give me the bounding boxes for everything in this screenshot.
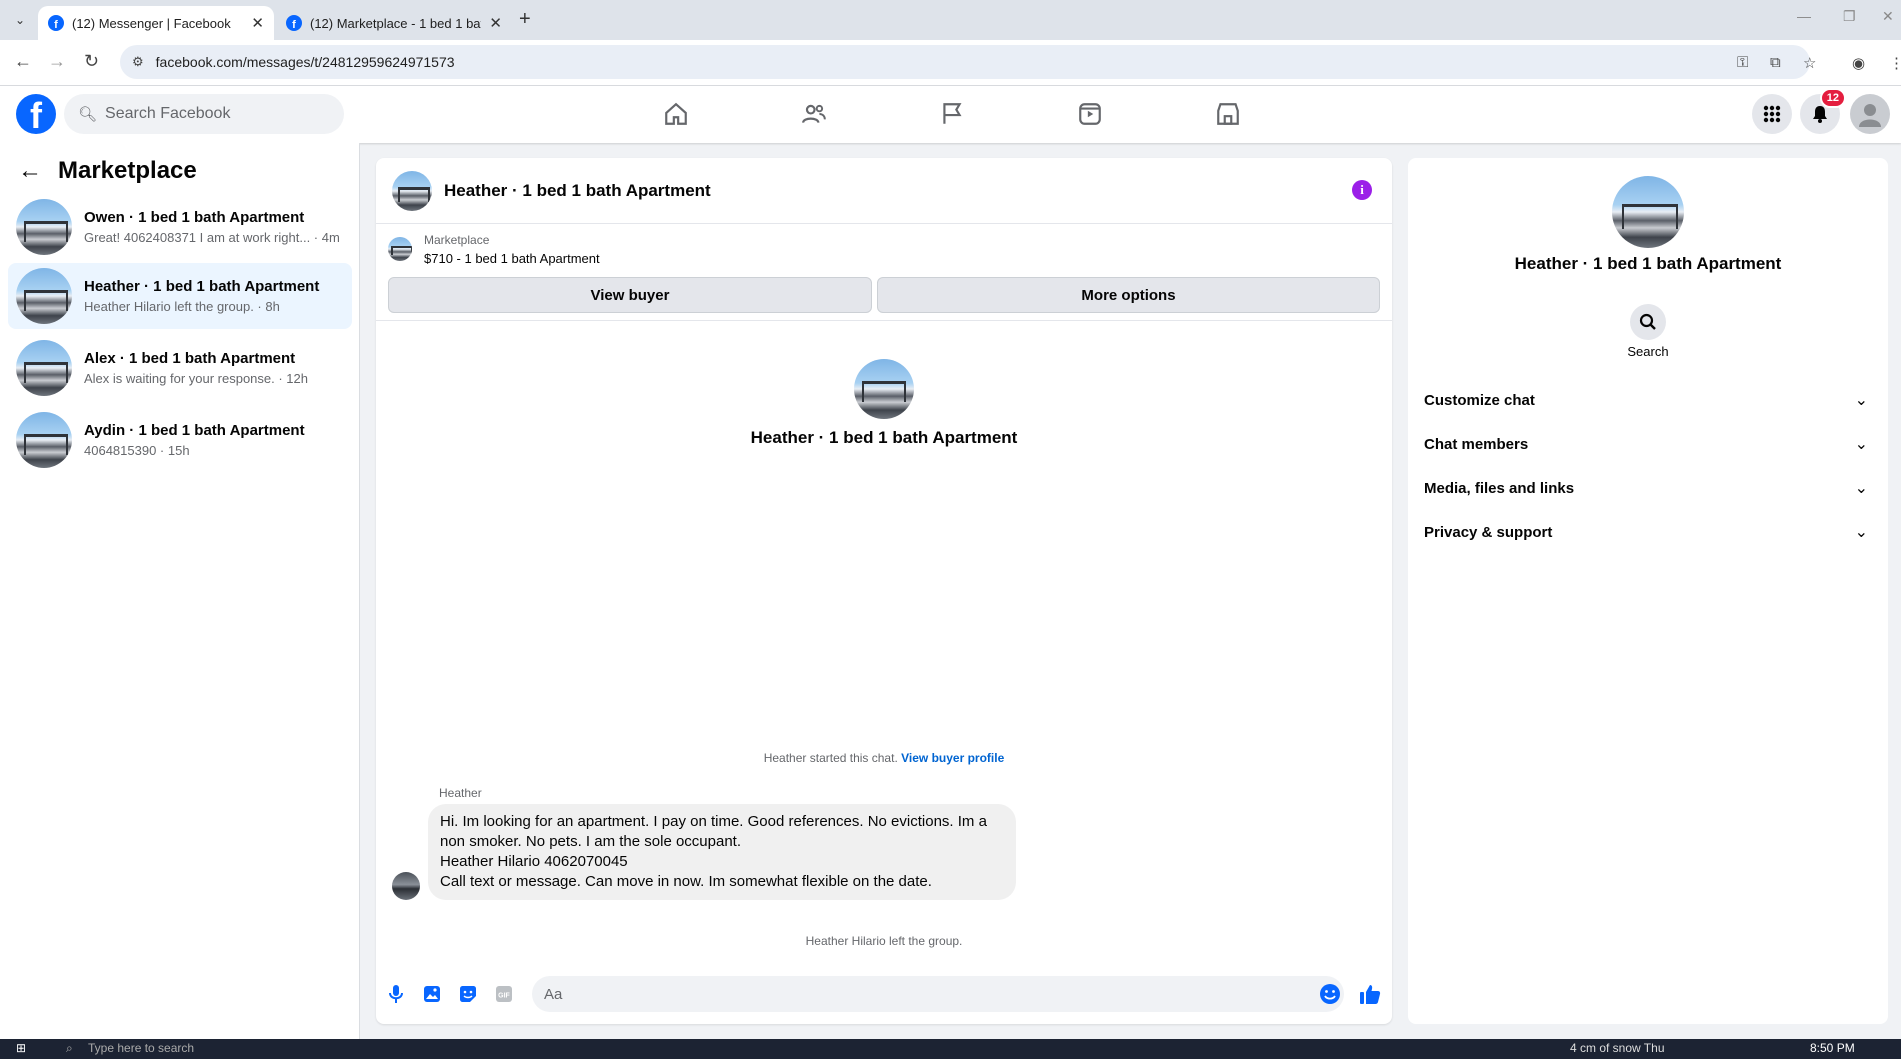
taskbar-search-input[interactable]: Type here to search: [88, 1041, 194, 1055]
microphone-icon[interactable]: [384, 982, 408, 1006]
conversation-item-aydin[interactable]: Aydin · 1 bed 1 bath Apartment 406481539…: [8, 407, 352, 473]
intro-avatar: [854, 359, 914, 419]
conversation-item-alex[interactable]: Alex · 1 bed 1 bath Apartment Alex is wa…: [8, 335, 352, 401]
taskbar-search-icon[interactable]: ⌕: [66, 1041, 73, 1056]
conversation-sidebar: ← Marketplace Owen · 1 bed 1 bath Apartm…: [0, 143, 360, 1039]
back-arrow-icon[interactable]: ←: [14, 51, 32, 72]
search-icon: 🔍︎: [78, 106, 98, 123]
svg-text:GIF: GIF: [498, 993, 510, 1000]
bookmark-star-icon[interactable]: ☆: [1803, 54, 1816, 72]
chevron-down-icon: ⌄: [1854, 480, 1868, 497]
tab-search-button[interactable]: ⌄: [8, 10, 32, 30]
message-composer: GIF: [376, 964, 1392, 1024]
account-avatar[interactable]: [1850, 94, 1890, 134]
chat-panel: Heather · 1 bed 1 bath Apartment i Marke…: [376, 158, 1392, 1024]
chevron-down-icon: ⌄: [1854, 436, 1868, 453]
thumbs-up-icon[interactable]: [1358, 982, 1382, 1006]
gif-icon[interactable]: GIF: [492, 982, 516, 1006]
video-icon[interactable]: [1070, 96, 1110, 132]
marketplace-icon[interactable]: [1208, 96, 1248, 132]
facebook-logo-icon[interactable]: f: [16, 94, 56, 134]
search-in-conversation-button[interactable]: [1630, 304, 1666, 340]
browser-tab-marketplace[interactable]: f (12) Marketplace - 1 bed 1 bath ✕: [276, 6, 512, 40]
listing-thumbnail: [388, 237, 412, 261]
chat-header: Heather · 1 bed 1 bath Apartment i: [376, 158, 1392, 224]
browser-tab-messenger[interactable]: f (12) Messenger | Facebook ✕: [38, 6, 274, 40]
chat-started-notice: Heather started this chat. View buyer pr…: [763, 751, 1005, 765]
profile-icon[interactable]: ◉: [1852, 54, 1865, 72]
intro-name: Heather · 1 bed 1 bath Apartment: [750, 428, 1018, 447]
view-buyer-profile-link[interactable]: View buyer profile: [901, 751, 1004, 765]
chat-avatar[interactable]: [392, 170, 432, 211]
menu-grid-icon[interactable]: [1752, 94, 1792, 134]
facebook-header: f 🔍︎ 12: [0, 86, 1901, 143]
listing-price-title[interactable]: $710 - 1 bed 1 bath Apartment: [424, 251, 600, 266]
browser-tab-strip: ⌄ f (12) Messenger | Facebook ✕ f (12) M…: [0, 0, 1901, 40]
info-name: Heather · 1 bed 1 bath Apartment: [1514, 254, 1782, 273]
chat-info-panel: Heather · 1 bed 1 bath Apartment Search …: [1408, 158, 1888, 1024]
close-tab-icon[interactable]: ✕: [251, 14, 264, 32]
search-label: Search: [1627, 344, 1669, 359]
info-avatar: [1612, 176, 1684, 248]
chevron-down-icon: ⌄: [1854, 524, 1868, 541]
minimize-button[interactable]: —: [1797, 8, 1811, 24]
windows-taskbar: ⊞ ⌕ Type here to search 4 cm of snow Thu…: [0, 1039, 1901, 1059]
conversation-item-owen[interactable]: Owen · 1 bed 1 bath Apartment Great! 406…: [8, 194, 352, 260]
facebook-search[interactable]: 🔍︎: [64, 94, 344, 134]
listing-avatar: [16, 340, 72, 396]
message-input[interactable]: [544, 985, 1284, 1003]
close-tab-icon[interactable]: ✕: [489, 14, 502, 32]
conversation-item-heather[interactable]: Heather · 1 bed 1 bath Apartment Heather…: [8, 263, 352, 329]
windows-start-icon[interactable]: ⊞: [16, 1041, 26, 1055]
view-buyer-button[interactable]: View buyer: [388, 277, 872, 313]
close-window-button[interactable]: ✕: [1882, 8, 1894, 25]
more-options-button[interactable]: More options: [877, 277, 1380, 313]
browser-menu-icon[interactable]: ⋮: [1889, 54, 1901, 72]
marketplace-listing-bar: Marketplace $710 - 1 bed 1 bath Apartmen…: [376, 225, 1392, 321]
section-chat-members[interactable]: Chat members ⌄: [1424, 424, 1872, 464]
install-app-icon[interactable]: ⧉: [1770, 54, 1781, 71]
chat-title[interactable]: Heather · 1 bed 1 bath Apartment: [444, 181, 711, 201]
sticker-icon[interactable]: [456, 982, 480, 1006]
reload-icon[interactable]: ↻: [84, 51, 99, 72]
address-bar[interactable]: ⚙ facebook.com/messages/t/24812959624971…: [120, 45, 1810, 79]
weather-widget[interactable]: 4 cm of snow Thu: [1570, 1041, 1665, 1055]
restore-button[interactable]: ❐: [1843, 8, 1856, 25]
facebook-search-input[interactable]: [105, 105, 326, 123]
listing-avatar: [16, 199, 72, 255]
password-key-icon[interactable]: ⚿: [1737, 54, 1748, 71]
chevron-down-icon: ⌄: [1854, 392, 1868, 409]
clock[interactable]: 8:50 PM: [1810, 1041, 1855, 1055]
notifications-bell-icon[interactable]: 12: [1800, 88, 1846, 134]
site-info-icon[interactable]: ⚙: [132, 54, 144, 70]
notification-badge: 12: [1819, 88, 1846, 108]
section-media-files-links[interactable]: Media, files and links ⌄: [1424, 468, 1872, 508]
message-input-wrapper[interactable]: [532, 976, 1344, 1012]
photo-icon[interactable]: [420, 982, 444, 1006]
facebook-favicon-icon: f: [286, 15, 302, 31]
sender-avatar[interactable]: [392, 872, 420, 900]
emoji-icon[interactable]: [1318, 982, 1342, 1006]
sender-name: Heather: [439, 786, 482, 800]
section-privacy-support[interactable]: Privacy & support ⌄: [1424, 512, 1872, 552]
message-bubble[interactable]: Hi. Im looking for an apartment. I pay o…: [428, 804, 1016, 900]
sidebar-title: Marketplace: [58, 157, 197, 184]
browser-toolbar: ← → ↻ ⚙ facebook.com/messages/t/24812959…: [0, 40, 1901, 86]
left-group-notice: Heather Hilario left the group.: [805, 934, 963, 948]
new-tab-button[interactable]: +: [519, 8, 531, 31]
listing-avatar: [16, 268, 72, 324]
listing-avatar: [16, 412, 72, 468]
facebook-favicon-icon: f: [48, 15, 64, 31]
section-customize-chat[interactable]: Customize chat ⌄: [1424, 380, 1872, 420]
friends-icon[interactable]: [794, 96, 834, 132]
home-icon[interactable]: [656, 96, 696, 132]
info-icon[interactable]: i: [1352, 180, 1372, 200]
pages-flag-icon[interactable]: [932, 96, 972, 132]
forward-arrow-icon[interactable]: →: [48, 51, 66, 72]
back-arrow-icon[interactable]: ←: [18, 157, 42, 185]
